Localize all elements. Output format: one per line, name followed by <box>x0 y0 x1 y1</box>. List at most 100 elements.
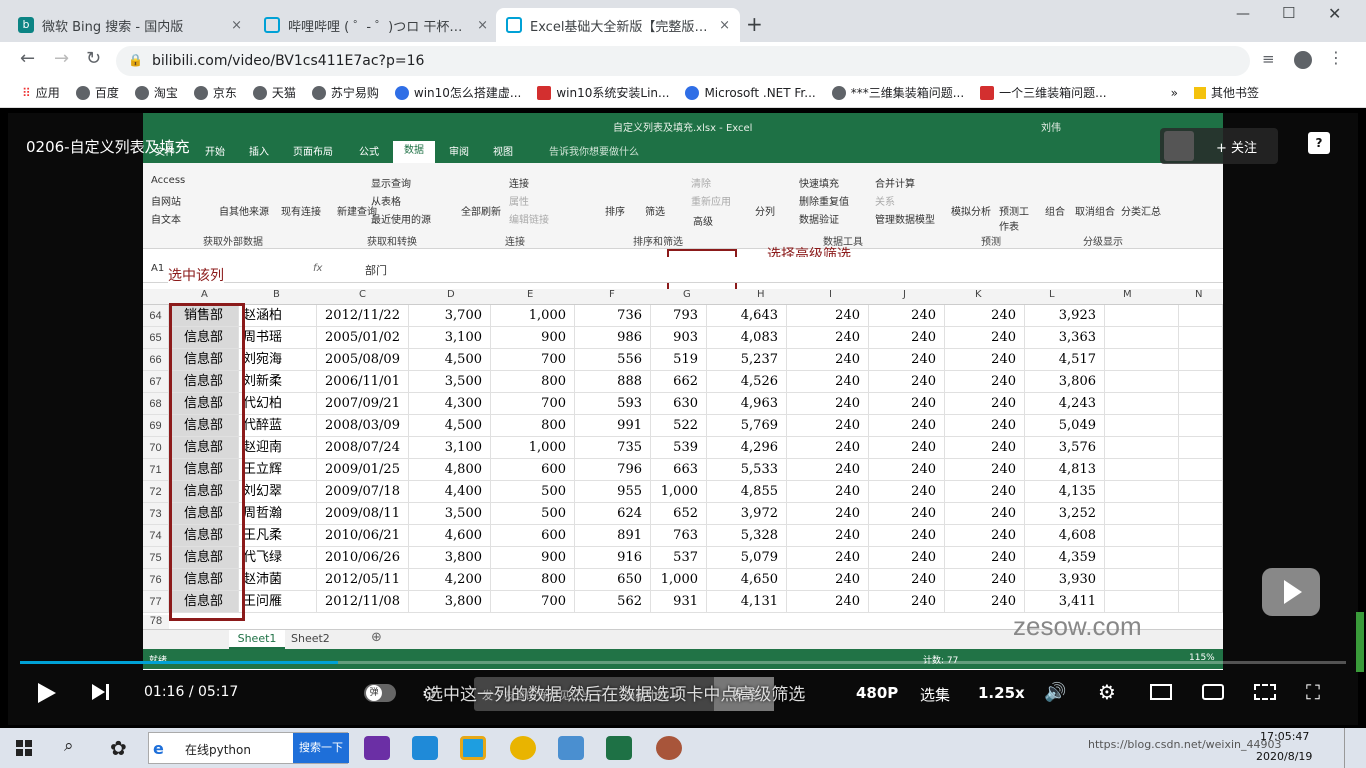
follow-button[interactable]: + 关注 <box>1216 137 1257 156</box>
progress-track[interactable] <box>20 661 1346 664</box>
cell-value: 3,363 <box>1025 327 1105 349</box>
user-app-icon[interactable] <box>656 736 682 760</box>
ribbon-web: 自网站 <box>151 197 181 208</box>
chrome-icon[interactable] <box>510 736 536 760</box>
episodes-button[interactable]: 选集 <box>920 684 950 705</box>
formula-value: 部门 <box>365 264 387 277</box>
cell-empty <box>1105 393 1179 415</box>
bookmark-win10-linux[interactable]: win10系统安装Lin... <box>537 84 669 101</box>
show-desktop[interactable] <box>1344 728 1366 768</box>
ribbon-text-to-columns: 分列 <box>755 207 775 218</box>
ribbon-tab-data: 数据 <box>393 141 435 163</box>
cell-value: 663 <box>651 459 707 481</box>
cell-value: 240 <box>945 481 1025 503</box>
visual-studio-icon[interactable] <box>364 736 390 760</box>
uploader-follow[interactable]: + 关注 <box>1160 128 1278 164</box>
cell-value: 4,131 <box>707 591 787 613</box>
close-icon[interactable]: × <box>719 18 730 33</box>
cell-value: 4,600 <box>409 525 491 547</box>
cell-value: 240 <box>869 481 945 503</box>
tv-icon[interactable] <box>1262 568 1320 616</box>
table-row: 67 信息部 刘新柔 2006/11/01 3,500 800 888 662 4,526 240… <box>143 371 1223 393</box>
bookmark-dotnet[interactable]: Microsoft .NET Fr... <box>685 85 816 100</box>
forward-icon[interactable]: → <box>54 48 69 69</box>
cell-date: 2012/11/22 <box>317 305 409 327</box>
cell-value: 556 <box>573 349 651 371</box>
media-control-icon[interactable]: ≡ <box>1262 50 1275 68</box>
danmaku-toggle[interactable]: 弹 <box>364 684 396 702</box>
maximize-button[interactable]: ☐ <box>1282 4 1295 22</box>
table-row: 70 信息部 赵迎南 2008/07/24 3,100 1,000 735 539 4,296 2… <box>143 437 1223 459</box>
ribbon-text: 自文本 <box>151 215 181 226</box>
tab-excel-video[interactable]: Excel基础大全新版【完整版】_哔哩哔哩 × <box>496 8 740 42</box>
play-icon[interactable] <box>38 683 56 703</box>
speed-button[interactable]: 1.25x <box>978 684 1025 702</box>
settings-icon[interactable]: ⚙ <box>1098 680 1116 704</box>
pip-icon[interactable] <box>1150 684 1172 700</box>
cell-value: 600 <box>491 525 575 547</box>
bookmark-taobao[interactable]: 淘宝 <box>134 84 178 101</box>
cell-value: 3,576 <box>1025 437 1105 459</box>
vscode-icon[interactable] <box>412 736 438 760</box>
scrollbar-thumb[interactable] <box>1356 612 1364 672</box>
bookmark-win10-vm[interactable]: win10怎么搭建虚... <box>394 84 521 101</box>
minimize-button[interactable]: — <box>1236 6 1250 22</box>
cell-value: 240 <box>787 459 869 481</box>
new-tab-button[interactable]: + <box>746 12 763 36</box>
bookmark-other[interactable]: 其他书签 <box>1193 84 1259 101</box>
task-view-icon[interactable]: ✿ <box>110 736 127 760</box>
search-icon[interactable]: ⌕ <box>64 736 74 756</box>
bookmark-jd[interactable]: 京东 <box>193 84 237 101</box>
group-forecast: 预测 <box>981 237 1001 248</box>
menu-icon[interactable]: ⋮ <box>1328 48 1344 67</box>
profile-icon[interactable] <box>1294 51 1312 69</box>
bookmark-baidu[interactable]: 百度 <box>75 84 119 101</box>
excel-titlebar: 自定义列表及填充.xlsx - Excel 刘伟 文件 开始 插入 页面布局 公… <box>143 113 1223 163</box>
cell-value: 240 <box>787 525 869 547</box>
clock-date: 2020/8/19 <box>1256 750 1313 763</box>
cell-date: 2005/01/02 <box>317 327 409 349</box>
close-icon[interactable]: × <box>231 18 242 33</box>
back-icon[interactable]: ← <box>20 48 35 69</box>
column-headers: A B C D E F G H I J K L M N <box>143 289 1223 305</box>
bookmark-3d-packing[interactable]: 一个三维装箱问题... <box>980 84 1107 101</box>
quality-button[interactable]: 480P <box>856 684 898 702</box>
address-bar[interactable]: 🔒 bilibili.com/video/BV1cs411E7ac?p=16 <box>116 46 1250 76</box>
volume-icon[interactable]: 🔊 <box>1044 682 1066 703</box>
cell-value: 4,963 <box>707 393 787 415</box>
bookmark-apps[interactable]: ⠿ 应用 <box>22 84 60 101</box>
notepad-icon[interactable] <box>558 736 584 760</box>
url-overlay: https://blog.csdn.net/weixin_44903 <box>1088 738 1282 751</box>
fullscreen-icon[interactable]: ⛶ <box>1306 680 1320 704</box>
cell-value: 650 <box>573 569 651 591</box>
store-icon[interactable] <box>460 736 486 760</box>
ribbon-recent-sources: 最近使用的源 <box>371 215 431 226</box>
bookmark-tmall[interactable]: 天猫 <box>252 84 296 101</box>
close-icon[interactable]: × <box>477 18 488 33</box>
reload-icon[interactable]: ↻ <box>86 48 101 69</box>
tab-bing[interactable]: b 微软 Bing 搜索 - 国内版 × <box>8 8 252 42</box>
excel-icon[interactable] <box>606 736 632 760</box>
cell-value: 240 <box>945 591 1025 613</box>
bookmark-3d-container[interactable]: ***三维集装箱问题... <box>831 84 964 101</box>
cell-value: 4,608 <box>1025 525 1105 547</box>
cell-value: 986 <box>573 327 651 349</box>
taskbar-search-box[interactable]: e 在线python 搜索一下 <box>148 732 349 764</box>
widescreen-icon[interactable] <box>1202 684 1224 700</box>
bookmark-suning[interactable]: 苏宁易购 <box>311 84 379 101</box>
col-l: L <box>1049 289 1055 300</box>
lock-icon: 🔒 <box>128 53 143 67</box>
help-icon[interactable]: ? <box>1308 132 1330 154</box>
cell-value: 735 <box>573 437 651 459</box>
next-icon[interactable] <box>92 684 105 700</box>
windows-start-icon[interactable] <box>16 740 32 756</box>
bookmarks-overflow[interactable]: » <box>1171 86 1178 100</box>
name-box: A1 <box>151 263 165 274</box>
taskbar-search-button[interactable]: 搜索一下 <box>293 733 349 763</box>
close-window-button[interactable]: ✕ <box>1328 4 1341 23</box>
web-fullscreen-icon[interactable] <box>1254 684 1276 700</box>
tab-bilibili-home[interactable]: 哔哩哔哩 ( ゜- ゜)つロ 干杯~-bilibili × <box>254 8 498 42</box>
cell-value: 240 <box>869 525 945 547</box>
sheet-tab-sheet2: Sheet2 <box>291 632 330 645</box>
cell-value: 3,252 <box>1025 503 1105 525</box>
